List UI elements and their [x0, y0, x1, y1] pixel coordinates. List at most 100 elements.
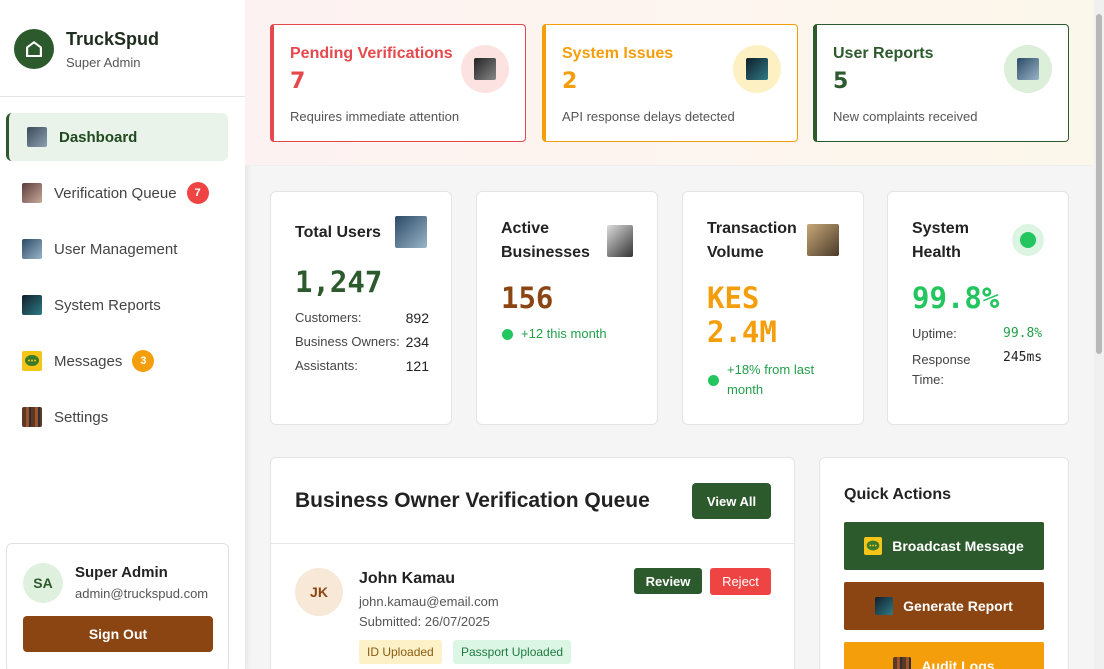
stat-title-line: Transaction [707, 220, 797, 237]
audit-icon [893, 657, 912, 669]
review-button[interactable]: Review [634, 568, 702, 594]
stat-row-business-owners: Business Owners: 234 [295, 334, 429, 350]
panel-title: Business Owner Verification Queue [295, 489, 650, 512]
sidebar-item-settings[interactable]: Settings [6, 393, 228, 441]
stat-row-label: Business Owners: [295, 334, 400, 349]
sidebar-divider [0, 96, 245, 97]
sidebar-item-system-reports[interactable]: System Reports [6, 281, 228, 329]
brand-role: Super Admin [66, 55, 141, 70]
users-icon [395, 216, 427, 248]
stat-row-label: Customers: [295, 310, 362, 325]
alert-icon-circle [733, 45, 781, 93]
applicant-email: john.kamau@email.com [359, 594, 499, 609]
scrollbar-thumb[interactable] [1096, 14, 1102, 354]
broadcast-message-button[interactable]: Broadcast Message [844, 522, 1044, 570]
warning-icon [746, 58, 768, 80]
stat-row-value: 121 [405, 358, 429, 374]
stat-value: 156 [501, 281, 554, 315]
stat-title: Active Businesses [501, 217, 590, 265]
stat-title-line: System [912, 220, 969, 237]
stat-row-customers: Customers: 892 [295, 310, 429, 326]
stat-note-line: month [727, 382, 764, 397]
stat-row-assistants: Assistants: 121 [295, 358, 429, 374]
alert-strip: Pending Verifications 7 Requires immedia… [245, 0, 1104, 166]
document-tag: Passport Uploaded [453, 640, 572, 664]
stat-card-transaction-volume: Transaction Volume KES 2.4M +18% from la… [682, 191, 864, 425]
divider [271, 543, 794, 544]
status-dot [708, 375, 719, 386]
avatar: JK [295, 568, 343, 616]
alert-icon-circle [1004, 45, 1052, 93]
message-icon [864, 537, 883, 555]
stat-title-line: Volume [707, 244, 764, 261]
stat-title-line: Health [912, 244, 961, 261]
sidebar-item-label: Dashboard [59, 128, 138, 146]
alert-title: Pending Verifications [290, 45, 453, 62]
reports-icon [875, 597, 894, 615]
notification-badge: 7 [186, 182, 209, 204]
settings-icon [22, 407, 42, 427]
applicant-name: John Kamau [359, 570, 456, 587]
sidebar-item-verification-queue[interactable]: Verification Queue 7 [6, 169, 228, 217]
business-icon [607, 225, 633, 257]
stat-row-value: 234 [405, 334, 429, 350]
stat-note: +12 this month [521, 326, 607, 341]
verification-icon [22, 183, 42, 203]
stat-value: 1,247 [295, 265, 383, 299]
sidebar-item-label: Messages [54, 352, 123, 370]
health-status-icon [1012, 224, 1044, 256]
button-label: Broadcast Message [892, 538, 1024, 554]
stat-title-line: Businesses [501, 244, 590, 261]
alert-card-user-reports[interactable]: User Reports 5 New complaints received [813, 24, 1069, 142]
sidebar-item-dashboard[interactable]: Dashboard [6, 113, 228, 161]
sidebar-item-label: User Management [54, 240, 178, 258]
scrollbar[interactable] [1094, 0, 1104, 669]
generate-report-button[interactable]: Generate Report [844, 582, 1044, 630]
logo-icon [14, 29, 54, 69]
audit-logs-button[interactable]: Audit Logs [844, 642, 1044, 669]
stat-value: KES 2.4M [707, 281, 777, 349]
alert-value: 5 [833, 69, 849, 94]
stat-card-active-businesses: Active Businesses 156 +12 this month [476, 191, 658, 425]
stat-value: 99.8% [912, 281, 1000, 315]
verification-queue-panel: Business Owner Verification Queue View A… [270, 457, 795, 669]
user-profile-card: SA Super Admin admin@truckspud.com Sign … [6, 543, 229, 669]
stat-value-line: 2.4M [707, 315, 777, 349]
stat-title-line: Active [501, 220, 550, 237]
alert-description: Requires immediate attention [290, 109, 460, 124]
verification-icon [474, 58, 496, 80]
users-icon [22, 239, 42, 259]
report-icon [1017, 58, 1039, 80]
view-all-button[interactable]: View All [692, 483, 771, 519]
sidebar: TruckSpud Super Admin Dashboard Verifica… [0, 0, 245, 669]
quick-actions-panel: Quick Actions Broadcast Message Generate… [819, 457, 1069, 669]
response-label-line: Response [912, 352, 971, 367]
user-email: admin@truckspud.com [75, 586, 209, 601]
sidebar-item-messages[interactable]: Messages 3 [6, 337, 228, 385]
uptime-value: 99.8% [1003, 326, 1043, 341]
reject-button[interactable]: Reject [710, 568, 771, 595]
alert-card-pending-verifications[interactable]: Pending Verifications 7 Requires immedia… [270, 24, 526, 142]
stat-row-label: Assistants: [295, 358, 358, 373]
sidebar-item-label: System Reports [54, 296, 161, 314]
submitted-date: Submitted: 26/07/2025 [359, 614, 490, 629]
stat-note-line: +18% from last [727, 362, 815, 377]
uptime-label: Uptime: [912, 326, 957, 341]
alert-value: 2 [562, 69, 578, 94]
sidebar-item-label: Verification Queue [54, 184, 177, 202]
button-label: Audit Logs [921, 658, 995, 669]
stat-card-total-users: Total Users 1,247 Customers: 892 Busines… [270, 191, 452, 425]
alert-title: User Reports [833, 45, 934, 62]
alert-description: New complaints received [833, 109, 978, 124]
alert-card-system-issues[interactable]: System Issues 2 API response delays dete… [542, 24, 798, 142]
user-name: Super Admin [75, 564, 168, 581]
dashboard-icon [27, 127, 47, 147]
sign-out-button[interactable]: Sign Out [23, 616, 213, 652]
stat-note: +18% from last month [727, 360, 814, 400]
stat-title: System Health [912, 217, 969, 265]
sidebar-item-user-management[interactable]: User Management [6, 225, 228, 273]
reports-icon [22, 295, 42, 315]
stat-row-value: 892 [405, 310, 429, 326]
response-time-label: Response Time: [912, 350, 971, 390]
alert-icon-circle [461, 45, 509, 93]
